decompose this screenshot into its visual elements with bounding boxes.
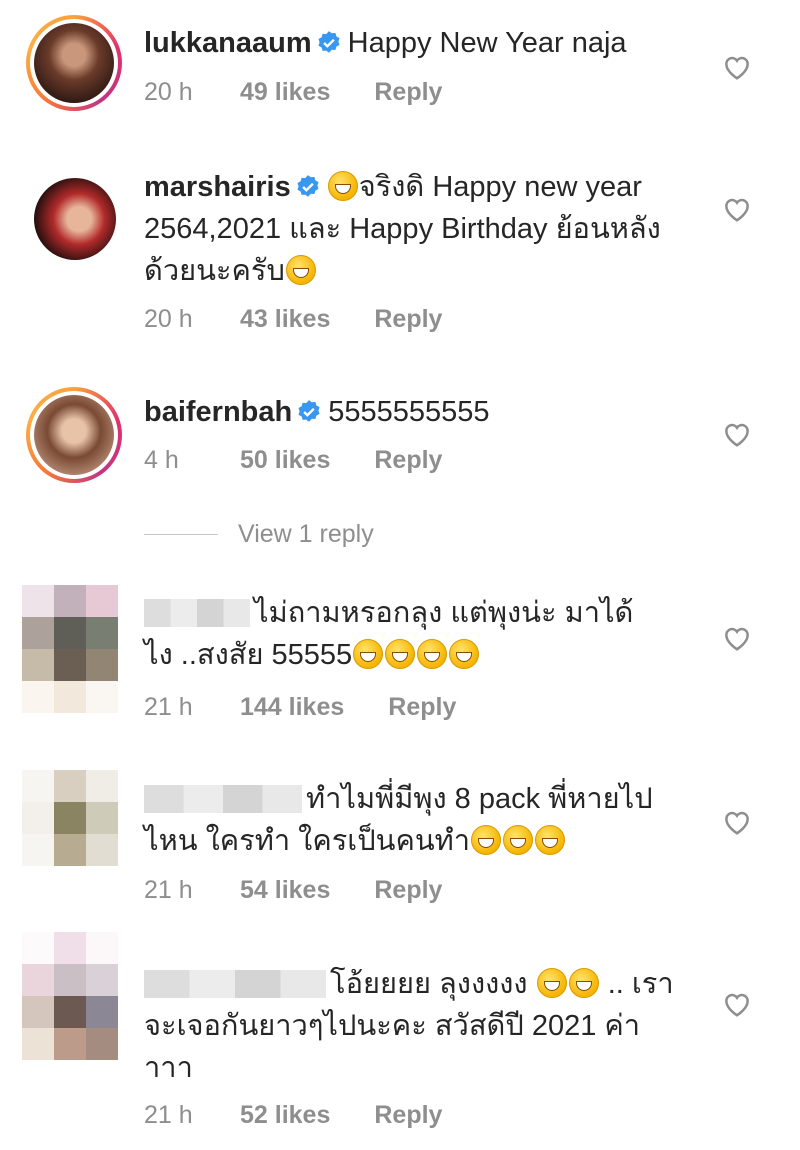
emoji-icon [417, 639, 448, 669]
comment-text-line3: าาา [144, 1052, 193, 1084]
heart-icon[interactable] [722, 195, 752, 223]
avatar[interactable] [26, 387, 122, 483]
likes-count[interactable]: 52 likes [240, 1101, 330, 1130]
comment-text-line1: ทำไมพี่มีพุง 8 pack พี่หายไป [306, 783, 653, 815]
comment-text-line1: โอ้ยยยย ลุงงงงง [330, 968, 528, 1000]
comment-text: 5555555555 [328, 396, 490, 428]
emoji-icon [449, 639, 480, 669]
verified-badge-icon [297, 175, 319, 197]
reply-button[interactable]: Reply [388, 693, 456, 722]
likes-count[interactable]: 54 likes [240, 876, 330, 905]
username[interactable]: marshairis [144, 171, 291, 203]
heart-icon[interactable] [722, 808, 752, 836]
verified-badge-icon [298, 400, 320, 422]
avatar[interactable] [22, 585, 118, 713]
emoji-icon [535, 825, 566, 855]
comment-text-line2: 2564,2021 และ Happy Birthday ย้อนหลัง [144, 213, 661, 245]
avatar[interactable] [26, 15, 122, 111]
emoji-icon [568, 968, 599, 998]
reply-button[interactable]: Reply [374, 446, 442, 475]
emoji-icon [353, 639, 384, 669]
comment-time: 21 h [144, 693, 193, 721]
comment-time: 20 h [144, 305, 193, 333]
reply-button[interactable]: Reply [374, 305, 442, 334]
comment-text-line2: ไง ..สงสัย 55555 [144, 639, 353, 671]
avatar[interactable] [22, 770, 118, 866]
comment-time: 21 h [144, 1101, 193, 1129]
avatar[interactable] [34, 178, 116, 260]
comment-text-line3: ด้วยนะครับ [144, 255, 285, 287]
username[interactable]: baifernbah [144, 396, 292, 428]
heart-icon[interactable] [722, 624, 752, 652]
avatar[interactable] [22, 932, 118, 1060]
view-replies-label: View 1 reply [238, 520, 374, 548]
comment-time: 20 h [144, 78, 193, 106]
comment-text-line1b: .. เรา [607, 968, 674, 1000]
username-blurred [144, 599, 250, 627]
verified-badge-icon [318, 31, 340, 53]
username-blurred [144, 785, 302, 813]
likes-count[interactable]: 144 likes [240, 693, 344, 722]
heart-icon[interactable] [722, 990, 752, 1018]
heart-icon[interactable] [722, 53, 752, 81]
comment-text-line1: ไม่ถามหรอกลุง แต่พุงน่ะ มาได้ [254, 597, 634, 629]
username-blurred [144, 970, 326, 998]
emoji-icon [536, 968, 567, 998]
comment-text: Happy New Year naja [347, 27, 627, 59]
emoji-icon [285, 255, 316, 285]
emoji-icon [471, 825, 502, 855]
view-replies-button[interactable]: View 1 reply [144, 520, 374, 549]
emoji-icon [503, 825, 534, 855]
heart-icon[interactable] [722, 420, 752, 448]
likes-count[interactable]: 43 likes [240, 305, 330, 334]
reply-button[interactable]: Reply [374, 78, 442, 107]
emoji-icon [385, 639, 416, 669]
emoji-icon [327, 171, 358, 201]
username[interactable]: lukkanaaum [144, 27, 312, 59]
reply-button[interactable]: Reply [374, 1101, 442, 1130]
reply-button[interactable]: Reply [374, 876, 442, 905]
comment-text-line2: ไหน ใครทำ ใครเป็นคนทำ [144, 825, 471, 857]
comment-text-line1: จริงดิ Happy new year [358, 171, 642, 203]
likes-count[interactable]: 49 likes [240, 78, 330, 107]
comment-time: 21 h [144, 876, 193, 904]
comment-time: 4 h [144, 446, 179, 474]
comment-text-line2: จะเจอกันยาวๆไปนะคะ สวัสดีปี 2021 ค่า [144, 1010, 641, 1042]
likes-count[interactable]: 50 likes [240, 446, 330, 475]
divider [144, 534, 218, 535]
